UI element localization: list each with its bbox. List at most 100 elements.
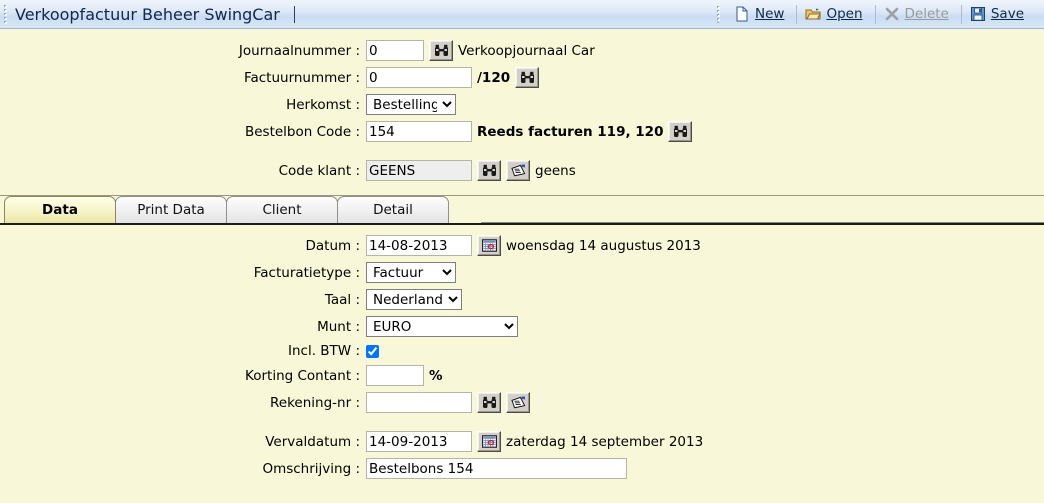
omschrijving-label: Omschrijving :: [262, 460, 360, 477]
vervaldatum-input[interactable]: [366, 431, 472, 452]
new-document-icon: [734, 6, 750, 22]
vervaldatum-calendar-button[interactable]: [477, 431, 501, 452]
field-row-incl-btw: Incl. BTW :: [0, 343, 1044, 359]
tab-client-label: Client: [262, 202, 302, 218]
tab-strip: Data Print Data Client Detail: [0, 195, 1044, 223]
tab-strip-fill: [481, 222, 1044, 223]
field-row-munt: Munt : EURO: [0, 316, 1044, 337]
rekening-nr-input[interactable]: [366, 392, 472, 413]
binoculars-icon: [482, 396, 497, 409]
factuurnummer-input[interactable]: [366, 67, 472, 88]
window-title: Verkoopfactuur Beheer SwingCar: [15, 4, 280, 24]
tab-client[interactable]: Client: [226, 196, 338, 223]
data-tab-panel: Datum : woensdag 14 augustus 2013: [0, 223, 1044, 493]
journaalnummer-label: Journaalnummer :: [238, 42, 360, 59]
field-row-journaalnummer: Journaalnummer : 0 Verkoopjournaal Car: [0, 40, 1044, 61]
datum-input[interactable]: [366, 235, 472, 256]
binoculars-icon: [482, 164, 497, 177]
bestelbon-existing-invoices: Reeds facturen 119, 120: [477, 123, 664, 140]
tab-data[interactable]: Data: [4, 196, 116, 223]
factuurnummer-label: Factuurnummer :: [243, 69, 360, 86]
note-card-icon: [510, 164, 526, 177]
field-row-rekening-nr: Rekening-nr :: [0, 392, 1044, 413]
korting-contant-label: Korting Contant :: [245, 367, 360, 384]
calendar-icon: [481, 239, 497, 252]
field-row-code-klant: Code klant : GEENS geens: [0, 160, 1044, 181]
rekening-nr-detail-button[interactable]: [506, 392, 530, 413]
datum-label: Datum :: [305, 237, 360, 254]
save-button[interactable]: Save: [964, 4, 1034, 24]
binoculars-icon: [673, 125, 688, 138]
binoculars-icon: [434, 44, 449, 57]
calendar-icon: [481, 435, 497, 448]
window-grip-handle[interactable]: [3, 4, 7, 24]
header-form: Journaalnummer : 0 Verkoopjournaal Car F…: [0, 29, 1044, 181]
munt-select[interactable]: EURO: [366, 316, 518, 337]
tab-data-label: Data: [42, 202, 78, 218]
factuurnummer-lookup-button[interactable]: [515, 67, 540, 88]
field-row-factuurnummer: Factuurnummer : /120: [0, 67, 1044, 88]
journaalnummer-lookup-button[interactable]: [429, 40, 453, 61]
code-klant-detail-button[interactable]: [506, 160, 530, 181]
taal-select[interactable]: Nederlands: [366, 289, 462, 310]
field-row-vervaldatum: Vervaldatum : zaterdag 14 september: [0, 431, 1044, 452]
panel-spacer: [0, 419, 1044, 431]
toolbar-separator: [796, 4, 798, 24]
omschrijving-input[interactable]: [366, 458, 627, 479]
rekening-nr-lookup-button[interactable]: [477, 392, 501, 413]
new-button[interactable]: New: [728, 4, 794, 24]
facturatietype-select[interactable]: Factuur: [366, 262, 456, 283]
open-button-label: Open: [826, 6, 863, 22]
korting-contant-input[interactable]: [366, 365, 424, 386]
datum-long-date: woensdag 14 augustus 2013: [506, 237, 701, 254]
delete-button[interactable]: Delete: [878, 4, 959, 24]
save-button-label: Save: [990, 6, 1024, 22]
field-row-facturatietype: Facturatietype : Factuur: [0, 262, 1044, 283]
herkomst-select[interactable]: Bestelling: [366, 94, 456, 115]
toolbar-separator: [960, 4, 962, 24]
factuurnummer-total: /120: [477, 69, 511, 86]
code-klant-label: Code klant :: [278, 162, 360, 179]
rekening-nr-label: Rekening-nr :: [270, 394, 360, 411]
code-klant-description: geens: [535, 162, 576, 179]
toolbar-grip-handle[interactable]: [715, 5, 720, 23]
delete-x-icon: [884, 6, 900, 22]
datum-calendar-button[interactable]: [477, 235, 501, 256]
application-window: Verkoopfactuur Beheer SwingCar New Open …: [0, 0, 1044, 503]
tab-print-data-label: Print Data: [137, 202, 205, 218]
tab-print-data[interactable]: Print Data: [115, 196, 227, 223]
journaalnummer-description: Verkoopjournaal Car: [458, 42, 595, 59]
munt-label: Munt :: [317, 318, 360, 335]
field-row-korting-contant: Korting Contant : %: [0, 365, 1044, 386]
taal-label: Taal :: [324, 291, 360, 308]
toolbar-separator: [874, 4, 876, 24]
open-folder-icon: [805, 6, 822, 22]
vervaldatum-label: Vervaldatum :: [265, 433, 360, 450]
bestelbon-code-label: Bestelbon Code :: [244, 123, 360, 140]
bestelbon-lookup-button[interactable]: [668, 121, 693, 142]
bestelbon-code-input[interactable]: [366, 121, 472, 142]
incl-btw-checkbox[interactable]: [366, 344, 379, 358]
journaalnummer-input[interactable]: [366, 40, 424, 61]
open-button[interactable]: Open: [799, 4, 872, 24]
title-bar: Verkoopfactuur Beheer SwingCar New Open …: [0, 0, 1044, 29]
herkomst-label: Herkomst :: [286, 96, 360, 113]
vervaldatum-long-date: zaterdag 14 september 2013: [506, 433, 704, 450]
incl-btw-label: Incl. BTW :: [288, 343, 360, 359]
facturatietype-label: Facturatietype :: [253, 264, 360, 281]
field-row-herkomst: Herkomst : Bestelling: [0, 94, 1044, 115]
code-klant-input[interactable]: [366, 160, 472, 181]
tab-detail[interactable]: Detail: [337, 196, 449, 223]
korting-contant-unit: %: [429, 367, 443, 384]
note-card-icon: [510, 396, 526, 409]
title-caret: [293, 5, 295, 23]
field-row-taal: Taal : Nederlands: [0, 289, 1044, 310]
field-row-datum: Datum : woensdag 14 augustus 2013: [0, 235, 1044, 256]
form-spacer: [0, 148, 1044, 160]
code-klant-lookup-button[interactable]: [477, 160, 501, 181]
delete-button-label: Delete: [904, 6, 949, 22]
save-floppy-icon: [970, 6, 986, 22]
new-button-label: New: [754, 6, 785, 22]
tab-detail-label: Detail: [373, 202, 413, 218]
binoculars-icon: [520, 71, 535, 84]
